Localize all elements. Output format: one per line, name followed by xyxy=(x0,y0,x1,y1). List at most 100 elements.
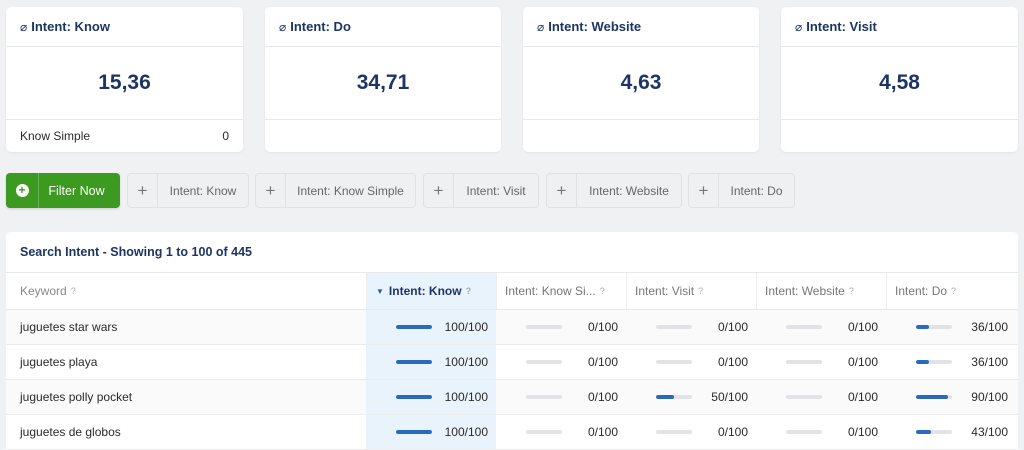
column-header-intent-visit[interactable]: Intent: Visit? xyxy=(626,273,756,309)
score-bar-fill xyxy=(916,325,929,329)
sort-desc-icon: ▼ xyxy=(376,286,384,296)
score-bar-fill xyxy=(916,395,949,399)
search-intent-table: Search Intent - Showing 1 to 100 of 445 … xyxy=(6,232,1018,450)
score-bar xyxy=(526,360,562,364)
score-value: 0/100 xyxy=(587,320,618,334)
score-value: 0/100 xyxy=(717,320,748,334)
column-header-intent-website[interactable]: Intent: Website? xyxy=(756,273,886,309)
score-bar xyxy=(916,430,952,434)
score-bar xyxy=(396,430,432,434)
table-body: juguetes star wars 100/100 0/100 0/100 0/100… xyxy=(6,310,1018,450)
score-bar xyxy=(396,395,432,399)
intent-know-simple-cell: 0/100 xyxy=(496,310,626,344)
filter-now-label: Filter Now xyxy=(48,183,105,198)
help-icon[interactable]: ? xyxy=(71,286,76,296)
card-title: ⌀ Intent: Do xyxy=(265,7,501,47)
intent-website-cell: 0/100 xyxy=(756,310,886,344)
keyword-cell[interactable]: juguetes star wars xyxy=(6,310,366,344)
table-row[interactable]: juguetes star wars 100/100 0/100 0/100 0/100… xyxy=(6,310,1018,345)
intent-know-simple-cell: 0/100 xyxy=(496,380,626,414)
intent-do-cell: 36/100 xyxy=(886,345,1016,379)
score-value: 100/100 xyxy=(444,390,488,404)
help-icon[interactable]: ? xyxy=(600,286,605,296)
filter-chip-intent-website[interactable]: + Intent: Website xyxy=(546,173,682,208)
score-value: 0/100 xyxy=(587,425,618,439)
keyword-cell[interactable]: juguetes playa xyxy=(6,345,366,379)
score-value: 0/100 xyxy=(587,390,618,404)
filter-chip-intent-visit[interactable]: + Intent: Visit xyxy=(423,173,539,208)
score-bar xyxy=(656,325,692,329)
intent-do-cell: 43/100 xyxy=(886,415,1016,449)
intent-visit-cell: 50/100 xyxy=(626,380,756,414)
table-row[interactable]: juguetes de globos 100/100 0/100 0/100 0/100… xyxy=(6,415,1018,450)
plus-icon: + xyxy=(547,174,577,207)
score-bar xyxy=(526,395,562,399)
column-header-intent-do[interactable]: Intent: Do? xyxy=(886,273,1016,309)
chip-label: Intent: Know Simple xyxy=(297,183,404,198)
help-icon[interactable]: ? xyxy=(466,286,472,296)
average-icon: ⌀ xyxy=(795,19,803,34)
score-value: 0/100 xyxy=(847,425,878,439)
score-bar xyxy=(656,430,692,434)
score-bar xyxy=(916,395,952,399)
score-bar-fill xyxy=(396,430,432,434)
column-header-keyword[interactable]: Keyword? xyxy=(6,273,366,309)
card-footer xyxy=(265,120,501,152)
card-value: 4,63 xyxy=(523,47,759,120)
score-bar xyxy=(396,325,432,329)
intent-website-cell: 0/100 xyxy=(756,380,886,414)
chip-label: Intent: Know xyxy=(169,183,237,198)
table-row[interactable]: juguetes playa 100/100 0/100 0/100 0/100 36/1… xyxy=(6,345,1018,380)
score-bar-fill xyxy=(396,360,432,364)
filter-now-button[interactable]: + Filter Now xyxy=(6,173,120,208)
table-header-row: Keyword? ▼ Intent: Know? Intent: Know Si.… xyxy=(6,273,1018,310)
average-icon: ⌀ xyxy=(20,19,28,34)
score-bar xyxy=(786,325,822,329)
plus-icon: + xyxy=(689,174,719,207)
column-header-intent-know-simple[interactable]: Intent: Know Si...? xyxy=(496,273,626,309)
filter-chip-intent-know-simple[interactable]: + Intent: Know Simple xyxy=(255,173,416,208)
score-value: 50/100 xyxy=(711,390,748,404)
plus-icon: + xyxy=(424,174,454,207)
score-bar xyxy=(916,325,952,329)
score-value: 100/100 xyxy=(444,425,488,439)
keyword-cell[interactable]: juguetes polly pocket xyxy=(6,380,366,414)
table-title: Search Intent - Showing 1 to 100 of 445 xyxy=(6,232,1018,273)
filter-chip-intent-do[interactable]: + Intent: Do xyxy=(688,173,795,208)
help-icon[interactable]: ? xyxy=(698,286,703,296)
intent-website-cell: 0/100 xyxy=(756,415,886,449)
plus-circle-icon: + xyxy=(6,173,39,208)
intent-website-card: ⌀ Intent: Website 4,63 xyxy=(523,7,759,152)
score-bar xyxy=(396,360,432,364)
intent-do-card: ⌀ Intent: Do 34,71 xyxy=(265,7,501,152)
score-value: 100/100 xyxy=(444,355,488,369)
score-bar-fill xyxy=(916,430,932,434)
score-value: 0/100 xyxy=(717,425,748,439)
score-value: 0/100 xyxy=(847,320,878,334)
keyword-cell[interactable]: juguetes de globos xyxy=(6,415,366,449)
intent-visit-cell: 0/100 xyxy=(626,415,756,449)
chip-label: Intent: Do xyxy=(730,183,783,198)
score-value: 100/100 xyxy=(444,320,488,334)
card-footer xyxy=(781,120,1018,152)
column-header-intent-know[interactable]: ▼ Intent: Know? xyxy=(366,273,496,309)
plus-icon: + xyxy=(128,174,158,207)
intent-know-simple-cell: 0/100 xyxy=(496,345,626,379)
footer-label: Know Simple xyxy=(20,129,91,143)
score-bar xyxy=(526,325,562,329)
score-bar-fill xyxy=(396,395,432,399)
score-bar xyxy=(656,360,692,364)
intent-visit-cell: 0/100 xyxy=(626,345,756,379)
filter-chip-intent-know[interactable]: + Intent: Know xyxy=(127,173,249,208)
intent-know-cell: 100/100 xyxy=(366,310,496,344)
score-bar xyxy=(786,430,822,434)
help-icon[interactable]: ? xyxy=(951,286,956,296)
average-icon: ⌀ xyxy=(537,19,545,34)
table-row[interactable]: juguetes polly pocket 100/100 0/100 50/100 0… xyxy=(6,380,1018,415)
intent-website-cell: 0/100 xyxy=(756,345,886,379)
score-bar xyxy=(526,430,562,434)
score-bar-fill xyxy=(656,395,674,399)
score-value: 0/100 xyxy=(847,355,878,369)
help-icon[interactable]: ? xyxy=(849,286,854,296)
chip-label: Intent: Visit xyxy=(466,183,526,198)
